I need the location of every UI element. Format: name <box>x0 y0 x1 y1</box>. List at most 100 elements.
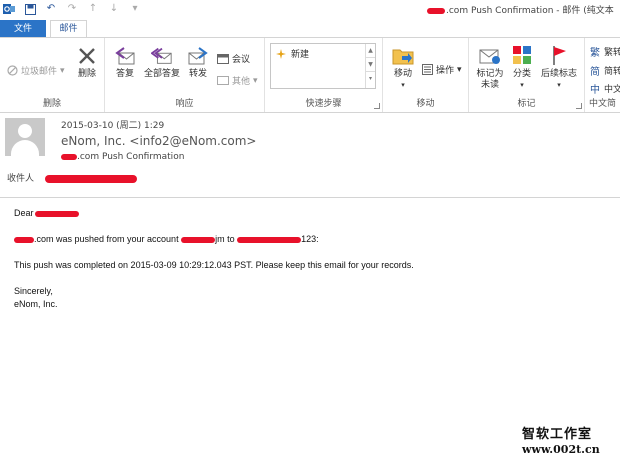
push-line: .com was pushed from your account jm to … <box>14 233 614 246</box>
redo-icon[interactable]: ↷ <box>66 3 78 15</box>
recipients-row: 收件人 <box>7 171 137 184</box>
reply-icon <box>114 45 136 67</box>
reply-button[interactable]: 答复 <box>113 45 137 80</box>
move-button[interactable]: 移动 ▾ <box>389 43 417 91</box>
scroll-down-icon[interactable]: ▼ <box>366 58 375 72</box>
expand-gallery-icon[interactable]: ▾ <box>366 72 375 86</box>
quick-access-toolbar: ↶ ↷ ↑ ↓ ▾ <box>3 1 141 17</box>
flag-icon <box>547 43 571 67</box>
redaction-mark <box>61 153 77 160</box>
redaction-mark <box>34 210 79 217</box>
move-group-label: 移动 <box>416 99 435 109</box>
dialog-launcher-icon[interactable] <box>374 103 380 109</box>
greeting-line: Dear <box>14 207 614 220</box>
quick-step-new[interactable]: 新建 <box>275 47 309 60</box>
chinese-conversion-group: 繁 繁转 简 简转 中 中文 中文简 <box>585 38 620 112</box>
delete-group: 垃圾邮件 ▾ 删除 删除 <box>0 38 105 112</box>
to-label: 收件人 <box>7 174 35 184</box>
junk-icon <box>6 65 18 77</box>
redaction-mark <box>427 7 445 14</box>
mark-unread-label-1: 标记为 <box>476 69 504 79</box>
customize-chevron-icon[interactable]: ▾ <box>129 3 141 15</box>
chevron-down-icon: ▾ <box>557 81 561 89</box>
mark-unread-button[interactable]: 标记为 未读 <box>474 43 506 91</box>
categorize-button[interactable]: 分类 ▾ <box>509 43 535 91</box>
actions-label: 操作 <box>436 66 455 76</box>
completion-line: This push was completed on 2015-03-09 10… <box>14 260 414 270</box>
more-respond-button[interactable]: 其他 ▾ <box>217 74 258 87</box>
move-folder-icon <box>391 43 415 67</box>
down-arrow-icon[interactable]: ↓ <box>108 3 120 15</box>
delete-x-icon <box>76 45 98 67</box>
categorize-icon <box>510 43 534 67</box>
site-watermark: 智软工作室 www.002t.cn <box>522 427 618 456</box>
outlook-icon <box>3 3 15 15</box>
undo-icon[interactable]: ↶ <box>45 3 57 15</box>
tab-file[interactable]: 文件 <box>0 20 46 38</box>
quick-step-new-label: 新建 <box>291 50 310 60</box>
message-header: 2015-03-10 (周二) 1:29 eNom, Inc. <info2@e… <box>0 113 620 198</box>
more-label: 其他 <box>232 77 251 87</box>
actions-button[interactable]: 操作 ▾ <box>421 63 462 76</box>
reply-all-icon <box>151 45 173 67</box>
quick-steps-group-label: 快速步骤 <box>305 99 342 109</box>
chevron-down-icon: ▾ <box>253 75 258 86</box>
convert-icon: 中 <box>590 85 600 96</box>
delete-group-label: 删除 <box>42 99 61 109</box>
simplified-icon: 简 <box>590 67 600 78</box>
message-body: Dear .com was pushed from your account j… <box>14 207 614 311</box>
traditional-icon: 繁 <box>590 48 600 59</box>
forward-icon <box>187 45 209 67</box>
meeting-label: 会议 <box>232 55 251 65</box>
tags-group: 标记为 未读 分类 ▾ 后续标志 ▾ 标记 <box>469 38 585 112</box>
redaction-mark <box>237 236 302 243</box>
dialog-launcher-icon[interactable] <box>576 103 582 109</box>
chinese-group-label: 中文简 <box>589 99 617 109</box>
header-divider <box>0 197 620 198</box>
to-simplified-button[interactable]: 简 简转 <box>589 64 620 78</box>
respond-group: 答复 全部答复 转发 会议 其他 ▾ 响应 <box>105 38 265 112</box>
watermark-url: www.002t.cn <box>522 443 600 456</box>
save-icon[interactable] <box>24 3 36 15</box>
chevron-down-icon: ▾ <box>457 64 462 75</box>
tags-group-label: 标记 <box>517 99 536 109</box>
up-arrow-icon[interactable]: ↑ <box>87 3 99 15</box>
forward-button[interactable]: 转发 <box>186 45 210 80</box>
delete-label: 删除 <box>77 69 96 79</box>
window-title: .com Push Confirmation - 邮件 (纯文本 <box>427 3 614 16</box>
follow-up-button[interactable]: 后续标志 ▾ <box>538 43 580 91</box>
to-simplified-label: 简转 <box>604 67 620 77</box>
chevron-down-icon: ▾ <box>520 81 524 89</box>
scroll-up-icon[interactable]: ▲ <box>366 44 375 58</box>
reply-all-button[interactable]: 全部答复 <box>141 45 183 80</box>
convert-button[interactable]: 中 中文 <box>589 82 620 96</box>
redaction-mark <box>181 236 216 243</box>
move-group: 移动 ▾ 操作 ▾ 移动 <box>383 38 469 112</box>
chevron-down-icon: ▾ <box>401 81 405 89</box>
reply-label: 答复 <box>115 69 134 79</box>
watermark-title: 智软工作室 <box>522 427 593 442</box>
message-date: 2015-03-10 (周二) 1:29 <box>61 121 165 131</box>
gallery-scrollbar[interactable]: ▲ ▼ ▾ <box>365 44 375 88</box>
follow-up-label: 后续标志 <box>540 69 577 79</box>
signature-line-1: Sincerely, <box>14 286 53 296</box>
meeting-button[interactable]: 会议 <box>217 52 250 65</box>
redaction-mark <box>44 174 137 183</box>
respond-group-label: 响应 <box>175 99 194 109</box>
junk-label: 垃圾邮件 <box>21 67 58 77</box>
junk-button[interactable]: 垃圾邮件 ▾ <box>6 64 65 77</box>
convert-label: 中文 <box>604 85 620 95</box>
avatar <box>5 118 45 156</box>
quick-steps-gallery[interactable]: 新建 ▲ ▼ ▾ <box>270 43 376 89</box>
sender[interactable]: eNom, Inc. <info2@eNom.com> <box>61 134 256 148</box>
mark-unread-label-2: 未读 <box>480 80 499 90</box>
actions-icon <box>421 64 433 76</box>
to-traditional-label: 繁转 <box>604 48 620 58</box>
to-traditional-button[interactable]: 繁 繁转 <box>589 45 620 59</box>
more-icon <box>217 75 229 87</box>
message-subject: .com Push Confirmation <box>61 152 184 162</box>
delete-button[interactable]: 删除 <box>73 45 101 80</box>
reply-all-label: 全部答复 <box>143 69 180 79</box>
envelope-icon <box>478 43 502 67</box>
ribbon-tabs: 文件 邮件 <box>0 18 620 39</box>
